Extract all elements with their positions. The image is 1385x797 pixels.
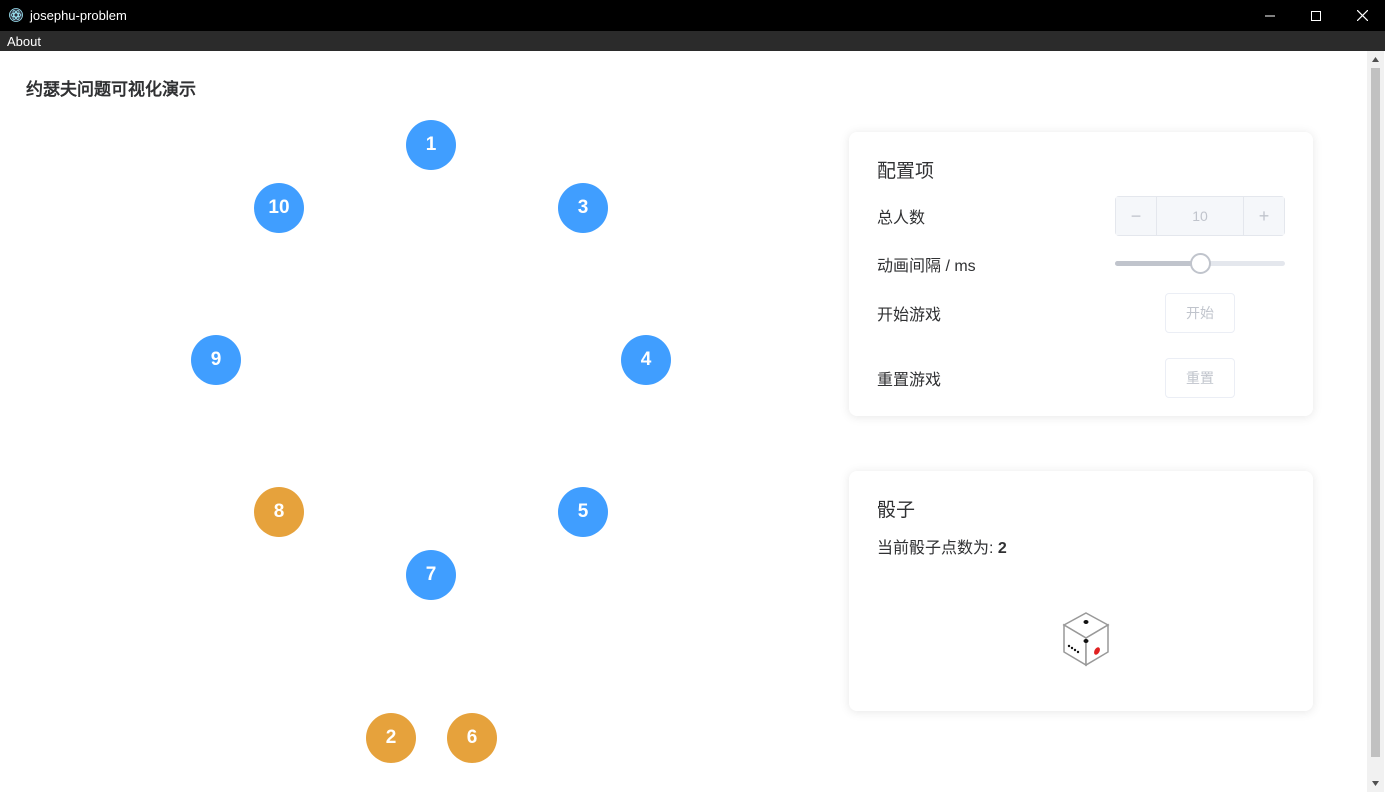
- interval-slider-fill: [1115, 261, 1200, 266]
- chevron-down-icon: [1372, 781, 1379, 786]
- dice-card: 骰子 当前骰子点数为: 2: [849, 471, 1313, 711]
- minimize-icon: [1265, 15, 1275, 16]
- person-7: 7: [406, 550, 456, 600]
- window-titlebar: josephu-problem: [0, 0, 1385, 31]
- person-3: 3: [558, 183, 608, 233]
- person-9: 9: [191, 335, 241, 385]
- total-stepper[interactable]: − 10 +: [1115, 196, 1285, 236]
- vertical-scrollbar[interactable]: [1367, 51, 1384, 792]
- interval-slider-handle[interactable]: [1190, 253, 1211, 274]
- dice-points-value: 2: [997, 540, 1007, 557]
- total-value[interactable]: 10: [1157, 197, 1243, 235]
- scroll-up-arrow[interactable]: [1367, 51, 1384, 68]
- interval-label: 动画间隔 / ms: [877, 258, 976, 275]
- person-6: 6: [447, 713, 497, 763]
- page-title: 约瑟夫问题可视化演示: [26, 80, 196, 99]
- config-card-title: 配置项: [877, 161, 935, 182]
- dice-icon[interactable]: [1061, 611, 1111, 671]
- scrollbar-thumb[interactable]: [1371, 68, 1380, 757]
- start-button[interactable]: 开始: [1165, 293, 1235, 333]
- dice-points-label: 当前骰子点数为:: [877, 540, 994, 557]
- reset-label: 重置游戏: [877, 372, 942, 389]
- increase-button[interactable]: +: [1243, 197, 1284, 235]
- person-1: 1: [406, 120, 456, 170]
- config-card: 配置项 总人数 − 10 + 动画间隔 / ms 开始游戏 开始 重置游戏 重置: [849, 132, 1313, 416]
- close-icon: [1356, 10, 1368, 21]
- menu-item-about[interactable]: About: [7, 34, 41, 49]
- dice-card-title: 骰子: [877, 500, 916, 521]
- person-5: 5: [558, 487, 608, 537]
- close-button[interactable]: [1339, 0, 1385, 31]
- minimize-button[interactable]: [1247, 0, 1293, 31]
- interval-slider[interactable]: [1115, 253, 1285, 274]
- reset-button[interactable]: 重置: [1165, 358, 1235, 398]
- dice-points-text: 当前骰子点数为: 2: [877, 534, 1007, 558]
- maximize-icon: [1311, 10, 1321, 21]
- window-title: josephu-problem: [30, 8, 127, 23]
- person-2: 2: [366, 713, 416, 763]
- start-label: 开始游戏: [877, 307, 942, 324]
- person-8: 8: [254, 487, 304, 537]
- maximize-button[interactable]: [1293, 0, 1339, 31]
- main-content: 约瑟夫问题可视化演示 1 10 3 9 4 8 5 7 2 6 配置项 总人数 − 10 + 动画…: [1, 51, 1367, 792]
- scroll-down-arrow[interactable]: [1367, 775, 1384, 792]
- app-icon: [9, 8, 23, 22]
- chevron-up-icon: [1372, 57, 1379, 62]
- person-10: 10: [254, 183, 304, 233]
- total-label: 总人数: [877, 210, 926, 227]
- menu-bar: About: [0, 31, 1385, 51]
- person-4: 4: [621, 335, 671, 385]
- decrease-button[interactable]: −: [1116, 197, 1157, 235]
